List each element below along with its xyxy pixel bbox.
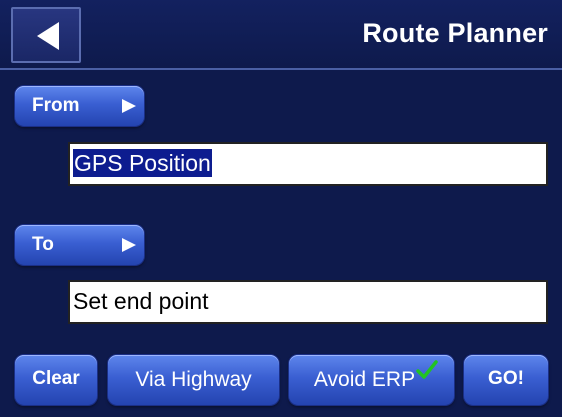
go-button[interactable]: GO! <box>464 355 548 405</box>
page-title: Route Planner <box>362 18 548 48</box>
back-button[interactable] <box>11 7 81 63</box>
to-field[interactable]: Set end point <box>68 280 548 324</box>
play-arrow-icon <box>122 99 136 113</box>
from-button-label: From <box>32 95 80 116</box>
to-button-label: To <box>32 234 54 255</box>
clear-button[interactable]: Clear <box>15 355 97 405</box>
clear-button-label: Clear <box>32 368 80 389</box>
to-button[interactable]: To <box>15 225 144 265</box>
avoid-erp-button[interactable]: Avoid ERP <box>289 355 454 405</box>
to-field-value: Set end point <box>73 288 209 314</box>
go-button-label: GO! <box>488 368 524 389</box>
back-arrow-icon <box>37 22 59 50</box>
from-button[interactable]: From <box>15 86 144 126</box>
header-bar: Route Planner <box>0 0 562 70</box>
play-arrow-icon <box>122 238 136 252</box>
from-field-value: GPS Position <box>73 149 212 177</box>
via-highway-button-label: Via Highway <box>135 368 252 391</box>
from-field[interactable]: GPS Position <box>68 142 548 186</box>
via-highway-button[interactable]: Via Highway <box>108 355 279 405</box>
checkmark-icon <box>416 360 438 379</box>
route-planner-screen: Route Planner From GPS Position To Set e… <box>0 0 562 417</box>
